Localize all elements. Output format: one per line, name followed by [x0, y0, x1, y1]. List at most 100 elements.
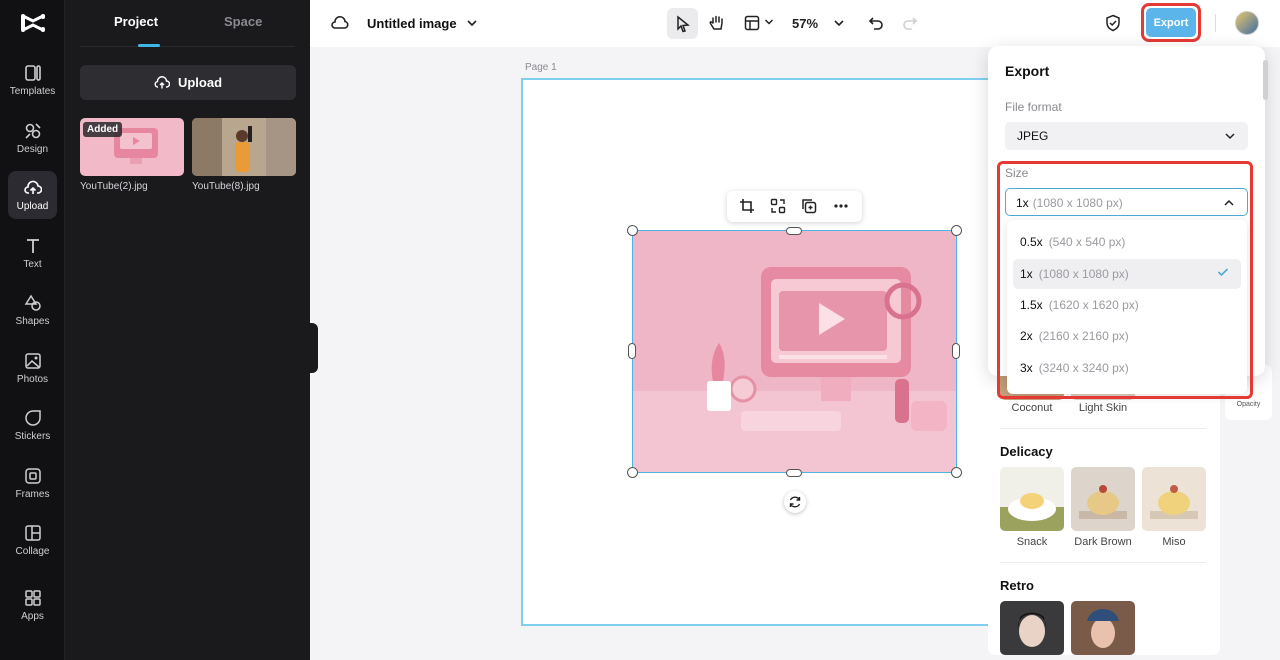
- avatar[interactable]: [1235, 11, 1259, 35]
- filter-thumb-dark-brown[interactable]: [1071, 467, 1135, 531]
- file-thumb[interactable]: [192, 118, 296, 176]
- rail-label: Collage: [15, 546, 50, 557]
- active-tab-indicator: [138, 44, 160, 47]
- file-format-value: JPEG: [1017, 129, 1049, 143]
- rail-item-text[interactable]: Text: [8, 229, 57, 277]
- rail-label: Templates: [9, 86, 56, 97]
- duplicate-icon[interactable]: [801, 198, 817, 214]
- filter-caption: Coconut: [1011, 402, 1053, 414]
- opacity-label: Opacity: [1236, 401, 1261, 408]
- app-root: Templates Design Upload Text Shapes Phot…: [0, 0, 1280, 660]
- filter-caption: Miso: [1162, 536, 1186, 548]
- document-title[interactable]: Untitled image: [367, 16, 457, 31]
- top-toolbar: Untitled image 57% Export: [310, 0, 1280, 47]
- stickers-icon: [24, 410, 41, 426]
- library-panel: Project Space Upload Added YouTube(2).jp…: [65, 0, 310, 660]
- zoom-level[interactable]: 57%: [792, 16, 818, 31]
- file-thumb[interactable]: Added: [80, 118, 184, 176]
- resize-handle-top[interactable]: [786, 227, 802, 235]
- shapes-icon: [24, 294, 41, 311]
- more-icon[interactable]: [833, 198, 849, 214]
- divider: [1000, 428, 1206, 429]
- text-icon: [26, 239, 39, 253]
- export-panel-title: Export: [1005, 63, 1050, 79]
- filter-section-title: Retro: [1000, 578, 1034, 593]
- rail-item-upload[interactable]: Upload: [8, 171, 57, 219]
- rail-item-shapes[interactable]: Shapes: [8, 286, 57, 334]
- rail-label: Shapes: [15, 316, 50, 327]
- design-icon: [24, 123, 41, 139]
- chevron-down-icon[interactable]: [833, 18, 845, 28]
- resize-handle-bl[interactable]: [627, 467, 638, 478]
- rail-item-frames[interactable]: Frames: [8, 459, 57, 507]
- rail-label: Design: [16, 144, 49, 155]
- file-name: YouTube(8).jpg: [192, 181, 260, 192]
- chevron-down-icon: [1225, 133, 1235, 140]
- rail-label: Frames: [15, 489, 50, 500]
- upload-cloud-icon: [154, 75, 170, 88]
- tab-project[interactable]: Project: [114, 14, 158, 29]
- resize-handle-left[interactable]: [628, 343, 636, 359]
- thumb-image: [192, 118, 296, 176]
- capcut-logo: [21, 14, 45, 32]
- added-badge: Added: [83, 122, 123, 137]
- layout-icon[interactable]: [744, 15, 760, 31]
- frames-icon: [24, 468, 41, 484]
- tab-space[interactable]: Space: [224, 14, 262, 29]
- apps-icon: [24, 590, 41, 606]
- redo-icon[interactable]: [902, 15, 918, 31]
- file-format-label: File format: [1005, 100, 1062, 114]
- filter-caption: Dark Brown: [1074, 536, 1132, 548]
- rail-label: Apps: [21, 611, 44, 622]
- chevron-down-icon[interactable]: [466, 18, 478, 28]
- rail-item-stickers[interactable]: Stickers: [8, 401, 57, 449]
- rail-label: Photos: [16, 374, 49, 385]
- page-label: Page 1: [525, 62, 557, 73]
- upload-cloud-icon: [23, 180, 42, 194]
- filter-thumb-retro-2[interactable]: [1071, 601, 1135, 655]
- chevron-down-icon[interactable]: [764, 18, 774, 26]
- resize-handle-tr[interactable]: [951, 225, 962, 236]
- left-rail: Templates Design Upload Text Shapes Phot…: [0, 0, 65, 660]
- upload-button[interactable]: Upload: [80, 65, 296, 100]
- file-format-select[interactable]: JPEG: [1005, 122, 1248, 150]
- rail-item-templates[interactable]: Templates: [8, 56, 57, 104]
- rail-label: Stickers: [14, 431, 51, 442]
- rail-item-design[interactable]: Design: [8, 114, 57, 162]
- divider: [1000, 562, 1206, 563]
- rail-item-collage[interactable]: Collage: [8, 516, 57, 564]
- resize-handle-bottom[interactable]: [786, 469, 802, 477]
- selected-image[interactable]: [632, 230, 957, 473]
- size-highlight-box: [997, 161, 1253, 399]
- collage-icon: [24, 525, 41, 541]
- rail-label: Text: [23, 259, 42, 270]
- library-tabs: Project Space: [80, 0, 295, 47]
- rail-item-apps[interactable]: Apps: [8, 581, 57, 629]
- hand-icon[interactable]: [708, 14, 726, 32]
- resize-handle-br[interactable]: [951, 467, 962, 478]
- crop-icon[interactable]: [739, 198, 755, 214]
- filter-caption: Snack: [1016, 536, 1048, 548]
- resize-handle-right[interactable]: [952, 343, 960, 359]
- filter-thumb-snack[interactable]: [1000, 467, 1064, 531]
- shield-icon[interactable]: [1104, 14, 1122, 32]
- image-content: [633, 231, 956, 472]
- upload-button-label: Upload: [177, 75, 223, 90]
- filter-thumb-retro-1[interactable]: [1000, 601, 1064, 655]
- cloud-sync-icon[interactable]: [331, 15, 349, 31]
- resize-handle-tl[interactable]: [627, 225, 638, 236]
- rail-item-photos[interactable]: Photos: [8, 344, 57, 392]
- replace-image-icon[interactable]: [770, 198, 786, 214]
- export-button[interactable]: Export: [1146, 8, 1196, 37]
- file-name: YouTube(2).jpg: [80, 181, 148, 192]
- filter-caption: Light Skin: [1078, 402, 1128, 414]
- toolbar-divider: [1215, 14, 1216, 32]
- templates-icon: [24, 65, 41, 81]
- pointer-icon[interactable]: [675, 15, 691, 33]
- filter-thumb-miso[interactable]: [1142, 467, 1206, 531]
- panel-collapse-handle[interactable]: [309, 323, 318, 373]
- photos-icon: [24, 353, 41, 369]
- panel-scrollbar[interactable]: [1263, 60, 1268, 100]
- undo-icon[interactable]: [868, 15, 884, 31]
- rotate-handle[interactable]: [784, 491, 806, 513]
